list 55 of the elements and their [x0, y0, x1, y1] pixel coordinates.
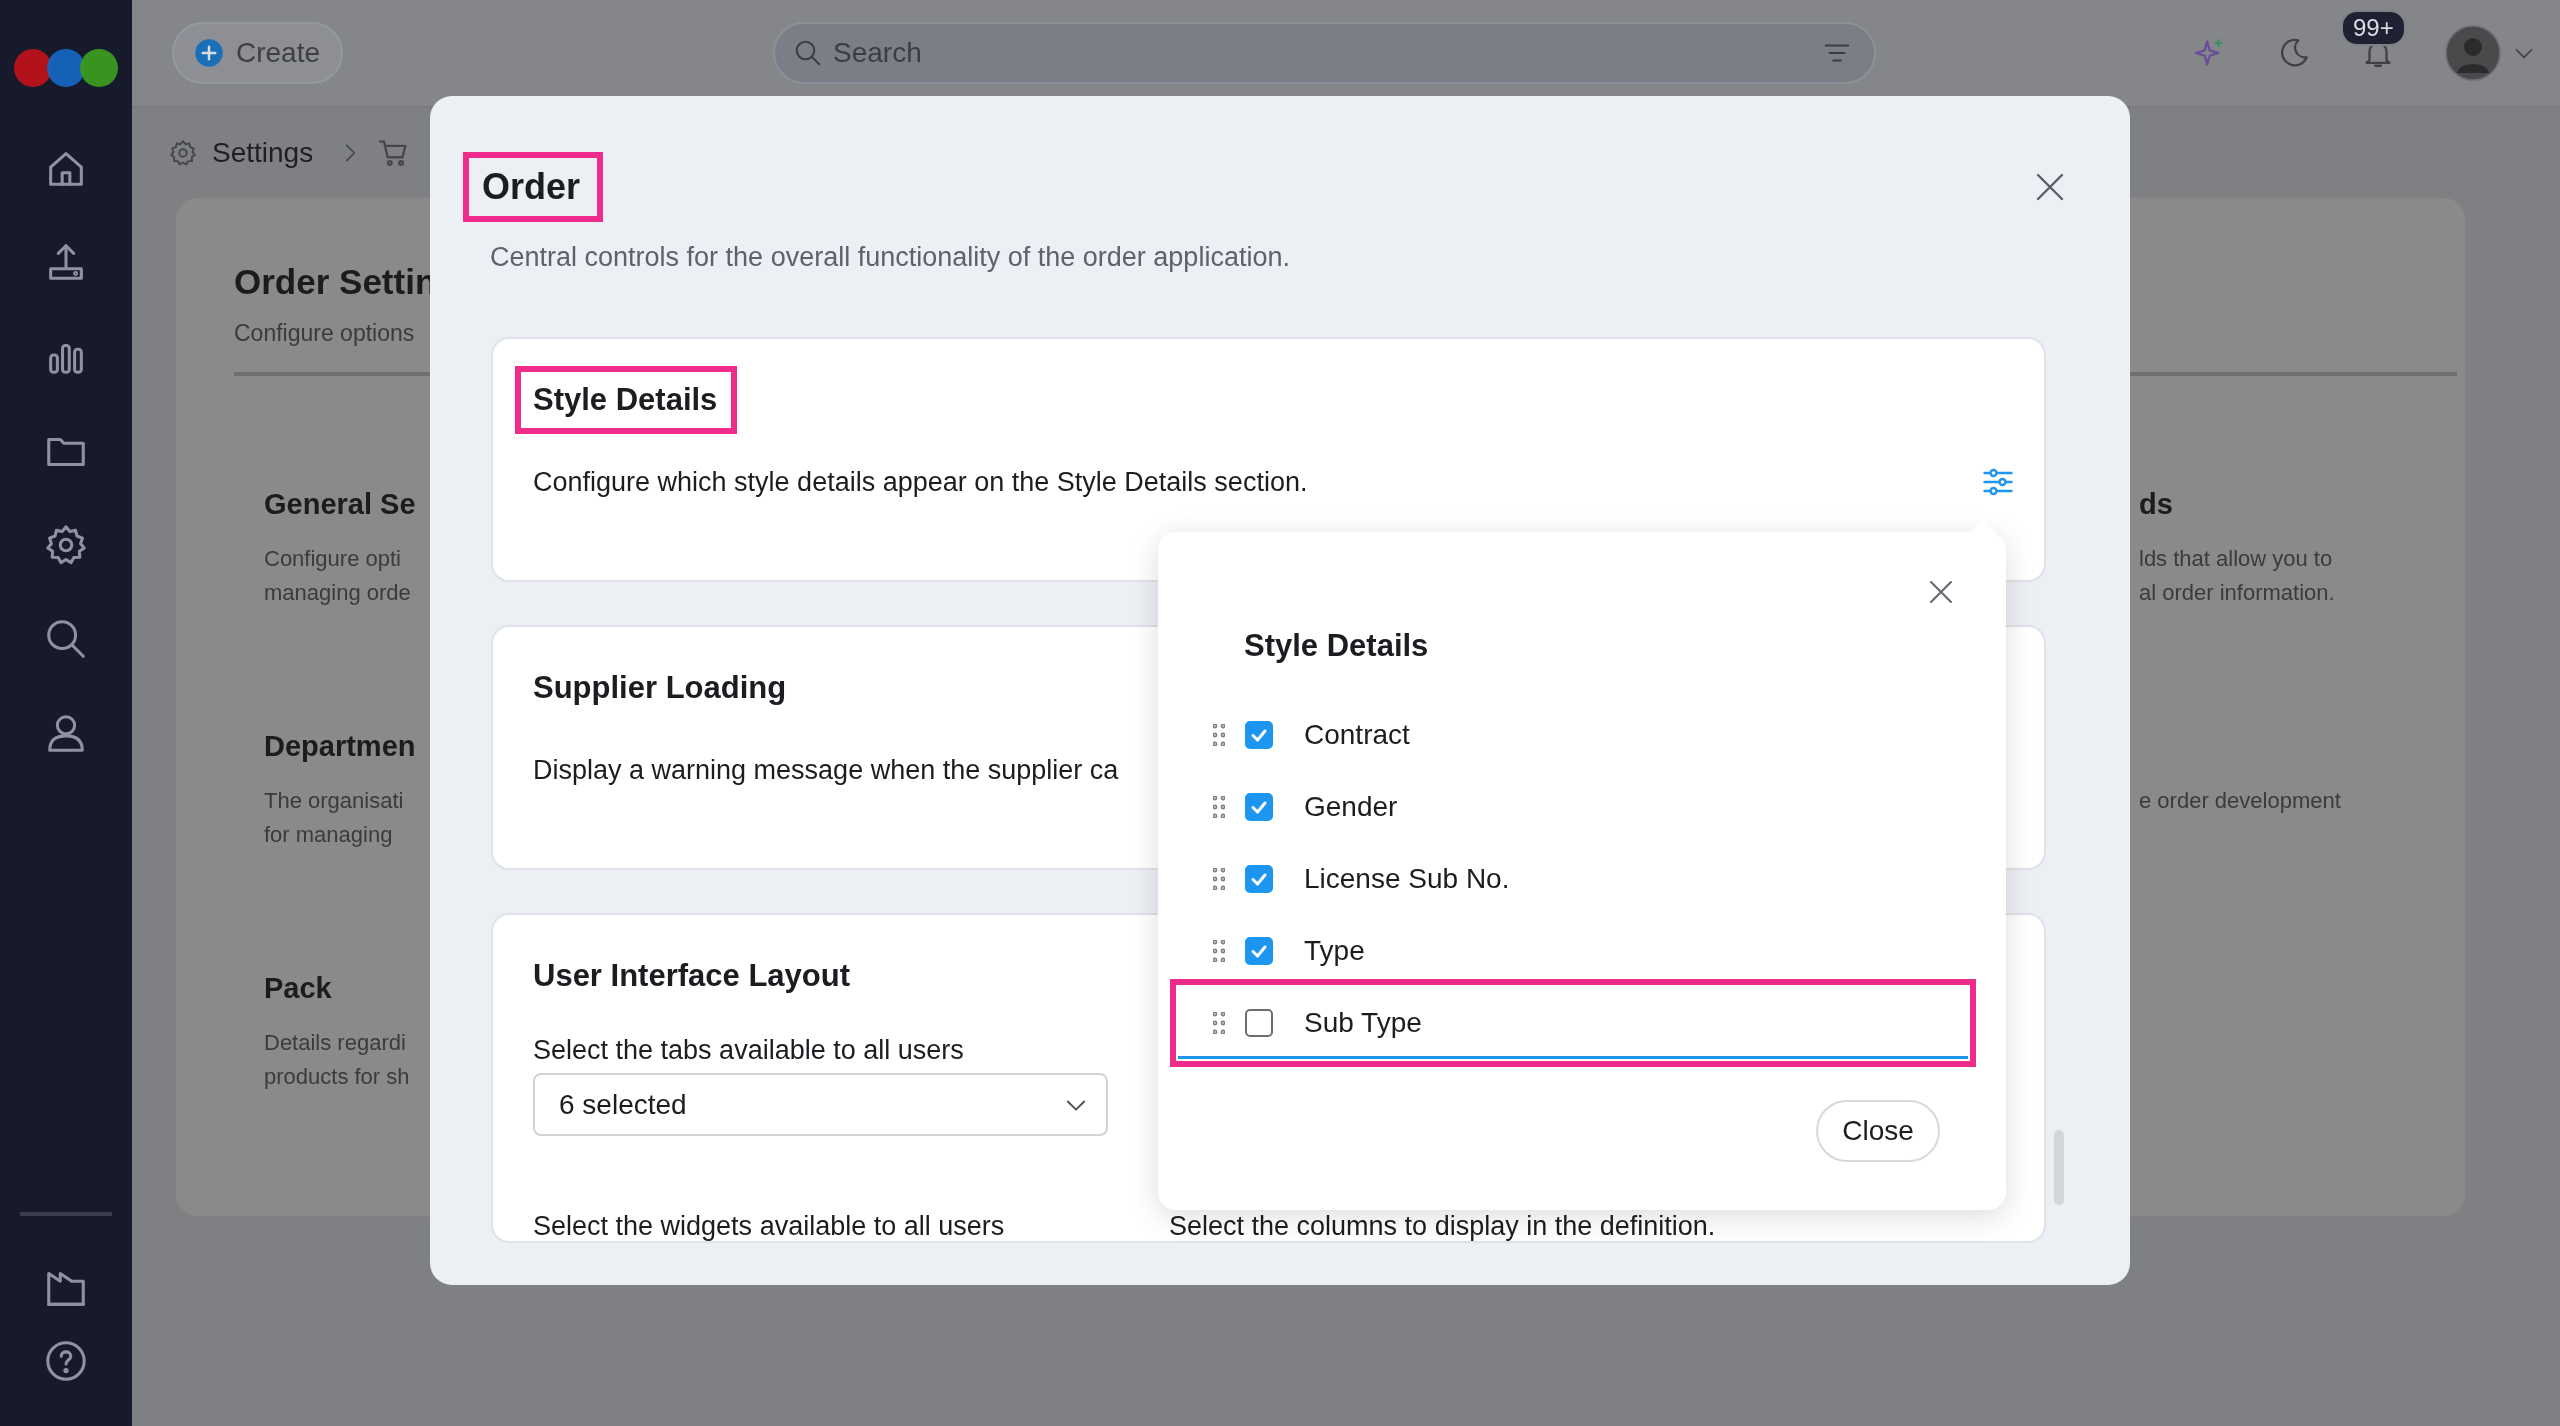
field-label: Select the columns to display in the definition.: [1169, 1211, 1717, 1241]
checkbox[interactable]: [1245, 937, 1273, 965]
plus-icon: [194, 38, 224, 68]
help-icon[interactable]: [43, 1338, 89, 1384]
section-description: The organisati for managing: [264, 787, 405, 849]
avatar-icon[interactable]: [2445, 25, 2501, 81]
drag-handle-icon[interactable]: [1213, 1012, 1225, 1034]
notification-badge: 99+: [2341, 10, 2406, 46]
popover-title: Style Details: [1244, 627, 1430, 665]
checkbox-label: Gender: [1304, 791, 1398, 823]
checkbox-label: Sub Type: [1304, 1007, 1422, 1039]
section-description: Configure opti managing orde: [264, 545, 412, 607]
list-item[interactable]: Gender: [1178, 771, 1968, 843]
logo-icon: [13, 48, 119, 88]
card-title: Supplier Loading: [532, 669, 788, 707]
drag-handle-icon[interactable]: [1213, 724, 1225, 746]
checkbox[interactable]: [1245, 865, 1273, 893]
list-item[interactable]: Sub Type: [1178, 987, 1968, 1059]
card-description: Configure which style details appear on the Style Details section.: [533, 466, 1308, 499]
close-button[interactable]: Close: [1816, 1100, 1940, 1162]
list-item[interactable]: Contract: [1178, 699, 1968, 771]
dialog-description: Central controls for the overall functionality of the order application.: [489, 241, 1291, 274]
list-item[interactable]: License Sub No.: [1178, 843, 1968, 915]
list-item[interactable]: Type: [1178, 915, 1968, 987]
search-icon: [793, 38, 823, 68]
dialog-title: Order: [463, 152, 604, 222]
card-title: User Interface Layout: [532, 957, 851, 995]
page-subtitle: Configure options: [234, 319, 416, 348]
section-title: General Se: [264, 487, 417, 522]
field-label: Select the tabs available to all users: [533, 1034, 965, 1067]
field-label: Select the widgets available to all users: [533, 1211, 1006, 1241]
section-title: Departmen: [264, 729, 417, 764]
card-description: Display a warning message when the supplier ca: [533, 754, 1119, 787]
dropdown[interactable]: 6 selected: [533, 1073, 1108, 1136]
drag-handle-icon[interactable]: [1213, 868, 1225, 890]
checkbox-label: Type: [1304, 935, 1365, 967]
scrollbar-thumb[interactable]: [2054, 1130, 2064, 1205]
checkbox[interactable]: [1245, 793, 1273, 821]
section-description: lds that allow you to al order information.: [2139, 545, 2336, 607]
search-field[interactable]: Search: [773, 22, 1876, 84]
checkbox-label: License Sub No.: [1304, 863, 1510, 895]
drag-handle-icon[interactable]: [1213, 940, 1225, 962]
section-description: e order development: [2139, 787, 2342, 815]
checkbox-label: Contract: [1304, 719, 1410, 751]
search-input[interactable]: Search: [831, 36, 1814, 70]
checkbox[interactable]: [1245, 721, 1273, 749]
section-title: ds: [2139, 487, 2174, 522]
section-description: Details regardi products for sh: [264, 1029, 411, 1091]
dropdown-value: 6 selected: [559, 1088, 687, 1121]
card-title: Style Details: [515, 366, 738, 434]
settings-icon: [168, 138, 198, 168]
drag-handle-icon[interactable]: [1213, 796, 1225, 818]
section-title: Pack: [264, 971, 333, 1006]
breadcrumb-link[interactable]: Settings: [212, 137, 314, 169]
checkbox[interactable]: [1245, 1009, 1273, 1037]
